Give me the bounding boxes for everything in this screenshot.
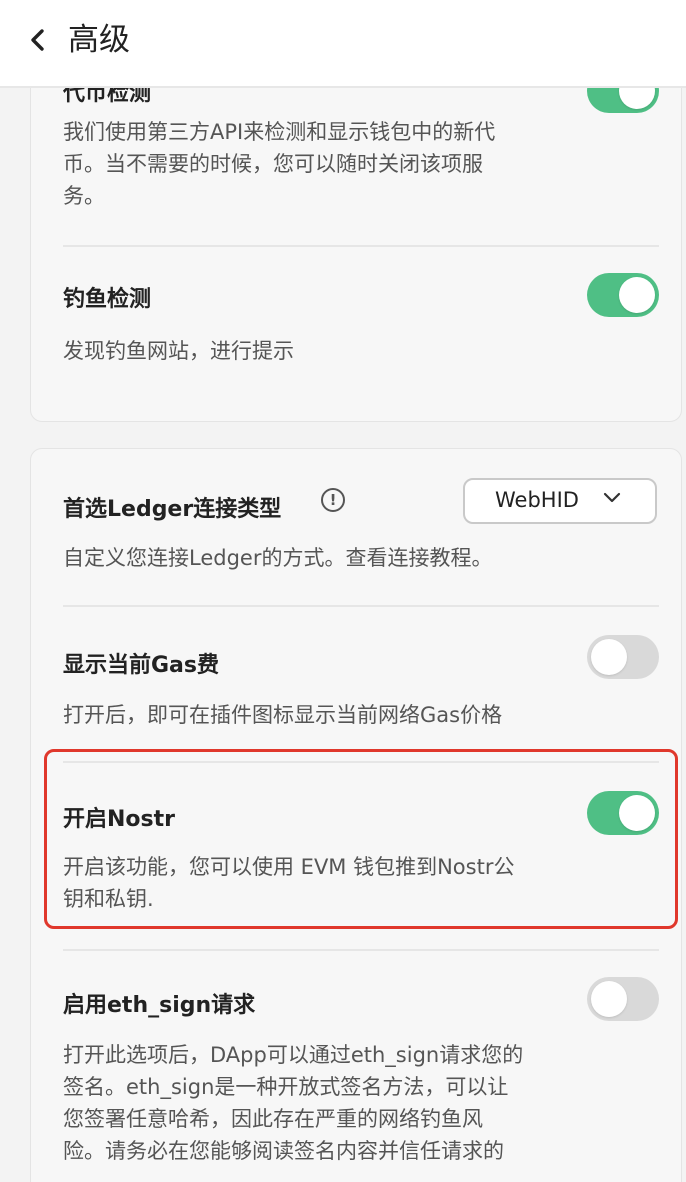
ledger-description: 自定义您连接Ledger的方式。查看连接教程。 — [63, 546, 493, 570]
desc-line: 打开此选项后，DApp可以通过eth_sign请求您的 — [63, 1043, 524, 1067]
nostr-title: 开启Nostr — [63, 807, 175, 832]
eth-sign-description: 打开此选项后，DApp可以通过eth_sign请求您的 签名。eth_sign是… — [63, 1039, 583, 1167]
header-bar: 高级 — [0, 0, 686, 88]
settings-card-detection: 代币检测 我们使用第三方API来检测和显示钱包中的新代 币。当不需要的时候，您可… — [30, 88, 682, 422]
gas-fee-toggle[interactable] — [587, 635, 659, 679]
eth-sign-toggle[interactable] — [587, 977, 659, 1021]
toggle-knob — [619, 795, 655, 831]
chevron-down-icon — [603, 492, 621, 503]
toggle-knob — [619, 88, 655, 109]
toggle-knob — [591, 639, 627, 675]
info-icon[interactable]: ! — [321, 488, 345, 512]
desc-line: 签名。eth_sign是一种开放式签名方法，可以让 — [63, 1075, 509, 1099]
token-detect-title: 代币检测 — [63, 88, 152, 106]
token-detect-toggle[interactable] — [587, 88, 659, 113]
settings-card-advanced: 首选Ledger连接类型 ! WebHID 自定义您连接Ledger的方式。查看… — [30, 448, 682, 1182]
desc-line: 险。请务必在您能够阅读签名内容并信任请求的 — [63, 1139, 504, 1163]
phishing-detect-description: 发现钓鱼网站，进行提示 — [63, 339, 294, 363]
eth-sign-row: 启用eth_sign请求 打开此选项后，DApp可以通过eth_sign请求您的… — [63, 951, 659, 1182]
desc-line: 钥和私钥. — [63, 887, 154, 911]
nostr-row: 开启Nostr 开启该功能，您可以使用 EVM 钱包推到Nostr公 钥和私钥. — [63, 763, 659, 951]
desc-line: 币。当不需要的时候，您可以随时关闭该项服 — [63, 152, 483, 176]
settings-scroll-area[interactable]: 代币检测 我们使用第三方API来检测和显示钱包中的新代 币。当不需要的时候，您可… — [0, 88, 686, 1182]
ledger-connection-select[interactable]: WebHID — [463, 478, 657, 524]
gas-fee-title: 显示当前Gas费 — [63, 653, 219, 678]
desc-line: 我们使用第三方API来检测和显示钱包中的新代 — [63, 120, 496, 144]
toggle-knob — [591, 981, 627, 1017]
phishing-detect-title: 钓鱼检测 — [63, 287, 152, 312]
desc-line: 务。 — [63, 184, 105, 208]
phishing-detect-row: 钓鱼检测 发现钓鱼网站，进行提示 — [63, 247, 659, 423]
chevron-left-icon — [31, 29, 44, 51]
select-value: WebHID — [495, 488, 579, 512]
ledger-title: 首选Ledger连接类型 — [63, 497, 282, 522]
desc-line: 开启该功能，您可以使用 EVM 钱包推到Nostr公 — [63, 855, 515, 879]
nostr-toggle[interactable] — [587, 791, 659, 835]
desc-line: 您签署任意哈希，因此存在严重的网络钓鱼风 — [63, 1107, 483, 1131]
ledger-row: 首选Ledger连接类型 ! WebHID 自定义您连接Ledger的方式。查看… — [63, 449, 659, 605]
token-detect-description: 我们使用第三方API来检测和显示钱包中的新代 币。当不需要的时候，您可以随时关闭… — [63, 116, 583, 212]
gas-fee-row: 显示当前Gas费 打开后，即可在插件图标显示当前网络Gas价格 — [63, 607, 659, 757]
nostr-description: 开启该功能，您可以使用 EVM 钱包推到Nostr公 钥和私钥. — [63, 851, 583, 915]
toggle-knob — [619, 277, 655, 313]
page-title: 高级 — [68, 22, 130, 58]
phishing-detect-toggle[interactable] — [587, 273, 659, 317]
gas-fee-description: 打开后，即可在插件图标显示当前网络Gas价格 — [63, 703, 503, 727]
token-detect-row: 代币检测 我们使用第三方API来检测和显示钱包中的新代 币。当不需要的时候，您可… — [63, 88, 659, 247]
eth-sign-title: 启用eth_sign请求 — [63, 993, 256, 1018]
back-button[interactable] — [22, 24, 54, 56]
